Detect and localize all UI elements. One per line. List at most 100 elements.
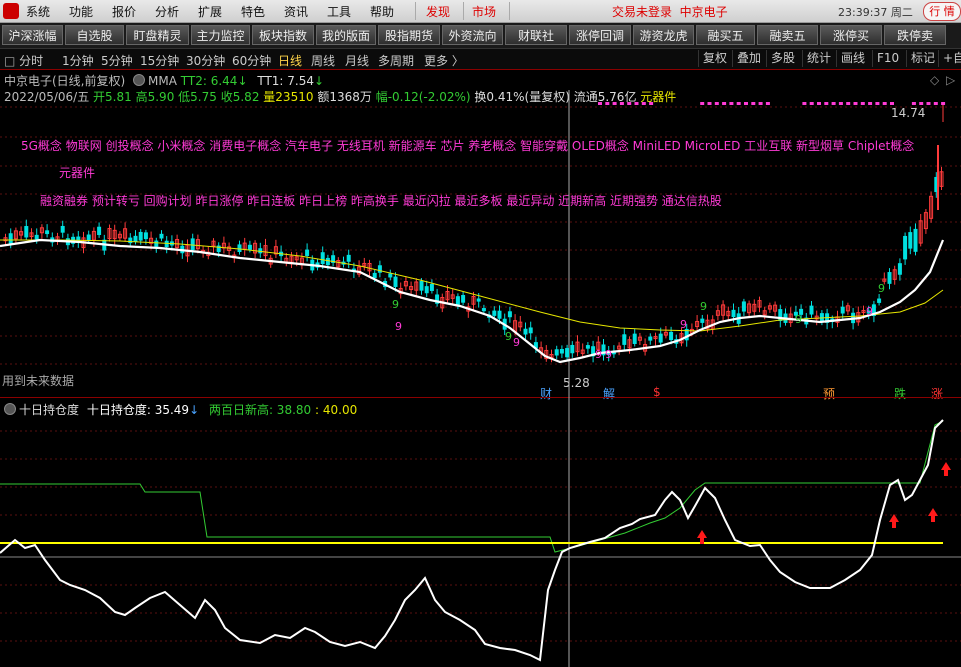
top-dot xyxy=(875,102,880,105)
top-dot xyxy=(919,102,924,105)
candle-body xyxy=(700,318,705,323)
candle-body xyxy=(164,240,169,248)
top-dot xyxy=(809,102,814,105)
candle-body xyxy=(320,252,325,265)
signal-arrows xyxy=(697,462,951,544)
top-dot xyxy=(729,102,734,105)
candle-body xyxy=(559,348,564,354)
count-nine-label: 9 xyxy=(700,300,707,313)
candle-body xyxy=(523,328,528,335)
candle-body xyxy=(648,336,653,341)
candle-body xyxy=(419,280,424,291)
top-dot xyxy=(882,102,887,105)
top-dot xyxy=(634,102,639,105)
candle-body xyxy=(429,283,434,291)
top-dot xyxy=(941,102,946,105)
candle-body xyxy=(897,263,902,275)
candle-body xyxy=(492,310,497,316)
sub-white-line xyxy=(0,419,944,662)
candle-body xyxy=(669,331,674,341)
top-dot xyxy=(736,102,741,105)
up-arrow-icon xyxy=(928,508,938,522)
top-dot xyxy=(619,102,624,105)
candle-body xyxy=(877,298,882,303)
candle-body xyxy=(585,345,590,349)
candle-body xyxy=(565,348,570,358)
candle-body xyxy=(741,301,746,312)
candle-body xyxy=(190,238,195,251)
candle-body xyxy=(461,295,466,303)
candle-body xyxy=(887,272,892,284)
top-dot xyxy=(744,102,748,105)
count-nine-label: 9 xyxy=(605,348,612,361)
top-dot xyxy=(838,102,843,105)
top-dot xyxy=(831,102,836,105)
candle-body xyxy=(481,308,486,312)
top-dot xyxy=(649,102,654,105)
candle-body xyxy=(632,333,637,344)
count-nine-label: 9 xyxy=(878,282,885,295)
candle-body xyxy=(731,309,736,318)
candle-body xyxy=(247,244,252,250)
top-dot xyxy=(707,102,712,105)
top-dot xyxy=(751,102,756,105)
top-dot xyxy=(911,102,916,105)
candle-body xyxy=(86,234,91,241)
candle-body xyxy=(476,298,481,302)
count-nine-label: 9 xyxy=(392,298,399,311)
candlesticks xyxy=(3,103,944,363)
candle-body xyxy=(570,344,575,354)
top-dot xyxy=(890,102,894,105)
candle-body xyxy=(809,305,814,315)
count-nine-label: 9 xyxy=(795,313,802,326)
top-dot xyxy=(926,102,931,105)
candle-body xyxy=(45,230,50,235)
top-dot xyxy=(846,102,851,105)
candle-body xyxy=(840,306,845,314)
up-arrow-icon xyxy=(941,462,951,476)
count-nine-label: 9 xyxy=(505,330,512,343)
top-dot xyxy=(605,102,610,105)
candle-body xyxy=(622,334,627,345)
count-nine-label: 9 xyxy=(395,320,402,333)
top-dot xyxy=(722,102,727,105)
candle-body xyxy=(305,249,310,256)
top-dot xyxy=(765,102,770,105)
candle-body xyxy=(507,311,512,318)
candle-body xyxy=(8,233,13,245)
candle-body xyxy=(658,333,663,343)
candle-body xyxy=(97,226,102,235)
candle-body xyxy=(138,231,143,241)
up-arrow-icon xyxy=(889,514,899,528)
candle-body xyxy=(455,296,460,305)
candle-body xyxy=(424,286,429,294)
candle-body xyxy=(372,272,377,279)
top-dot xyxy=(817,102,821,105)
top-dot xyxy=(758,102,763,105)
candle-body xyxy=(393,276,398,287)
top-dot xyxy=(860,102,865,105)
up-arrow-icon xyxy=(697,530,707,544)
candle-body xyxy=(346,254,351,262)
candle-body xyxy=(497,310,502,319)
top-dot xyxy=(868,102,873,105)
top-dot xyxy=(700,102,705,105)
top-dot xyxy=(598,102,602,105)
candle-body xyxy=(913,228,918,252)
top-dot xyxy=(853,102,858,105)
candle-body xyxy=(133,235,138,242)
count-nine-label: 9 xyxy=(680,318,687,331)
candle-body xyxy=(388,273,393,278)
candle-body xyxy=(154,240,159,247)
candle-body xyxy=(237,244,242,253)
top-dots xyxy=(598,102,946,105)
candle-body xyxy=(159,233,164,239)
top-dot xyxy=(641,102,646,105)
count-nine-label: 9 xyxy=(866,305,873,318)
kline-chart[interactable]: 999 99 999999 xyxy=(0,0,961,667)
candle-body xyxy=(908,232,913,249)
top-dot xyxy=(714,102,719,105)
candle-body xyxy=(325,257,330,266)
count-nine-label: 9 xyxy=(595,348,602,361)
count-nine-label: 9 xyxy=(513,336,520,349)
